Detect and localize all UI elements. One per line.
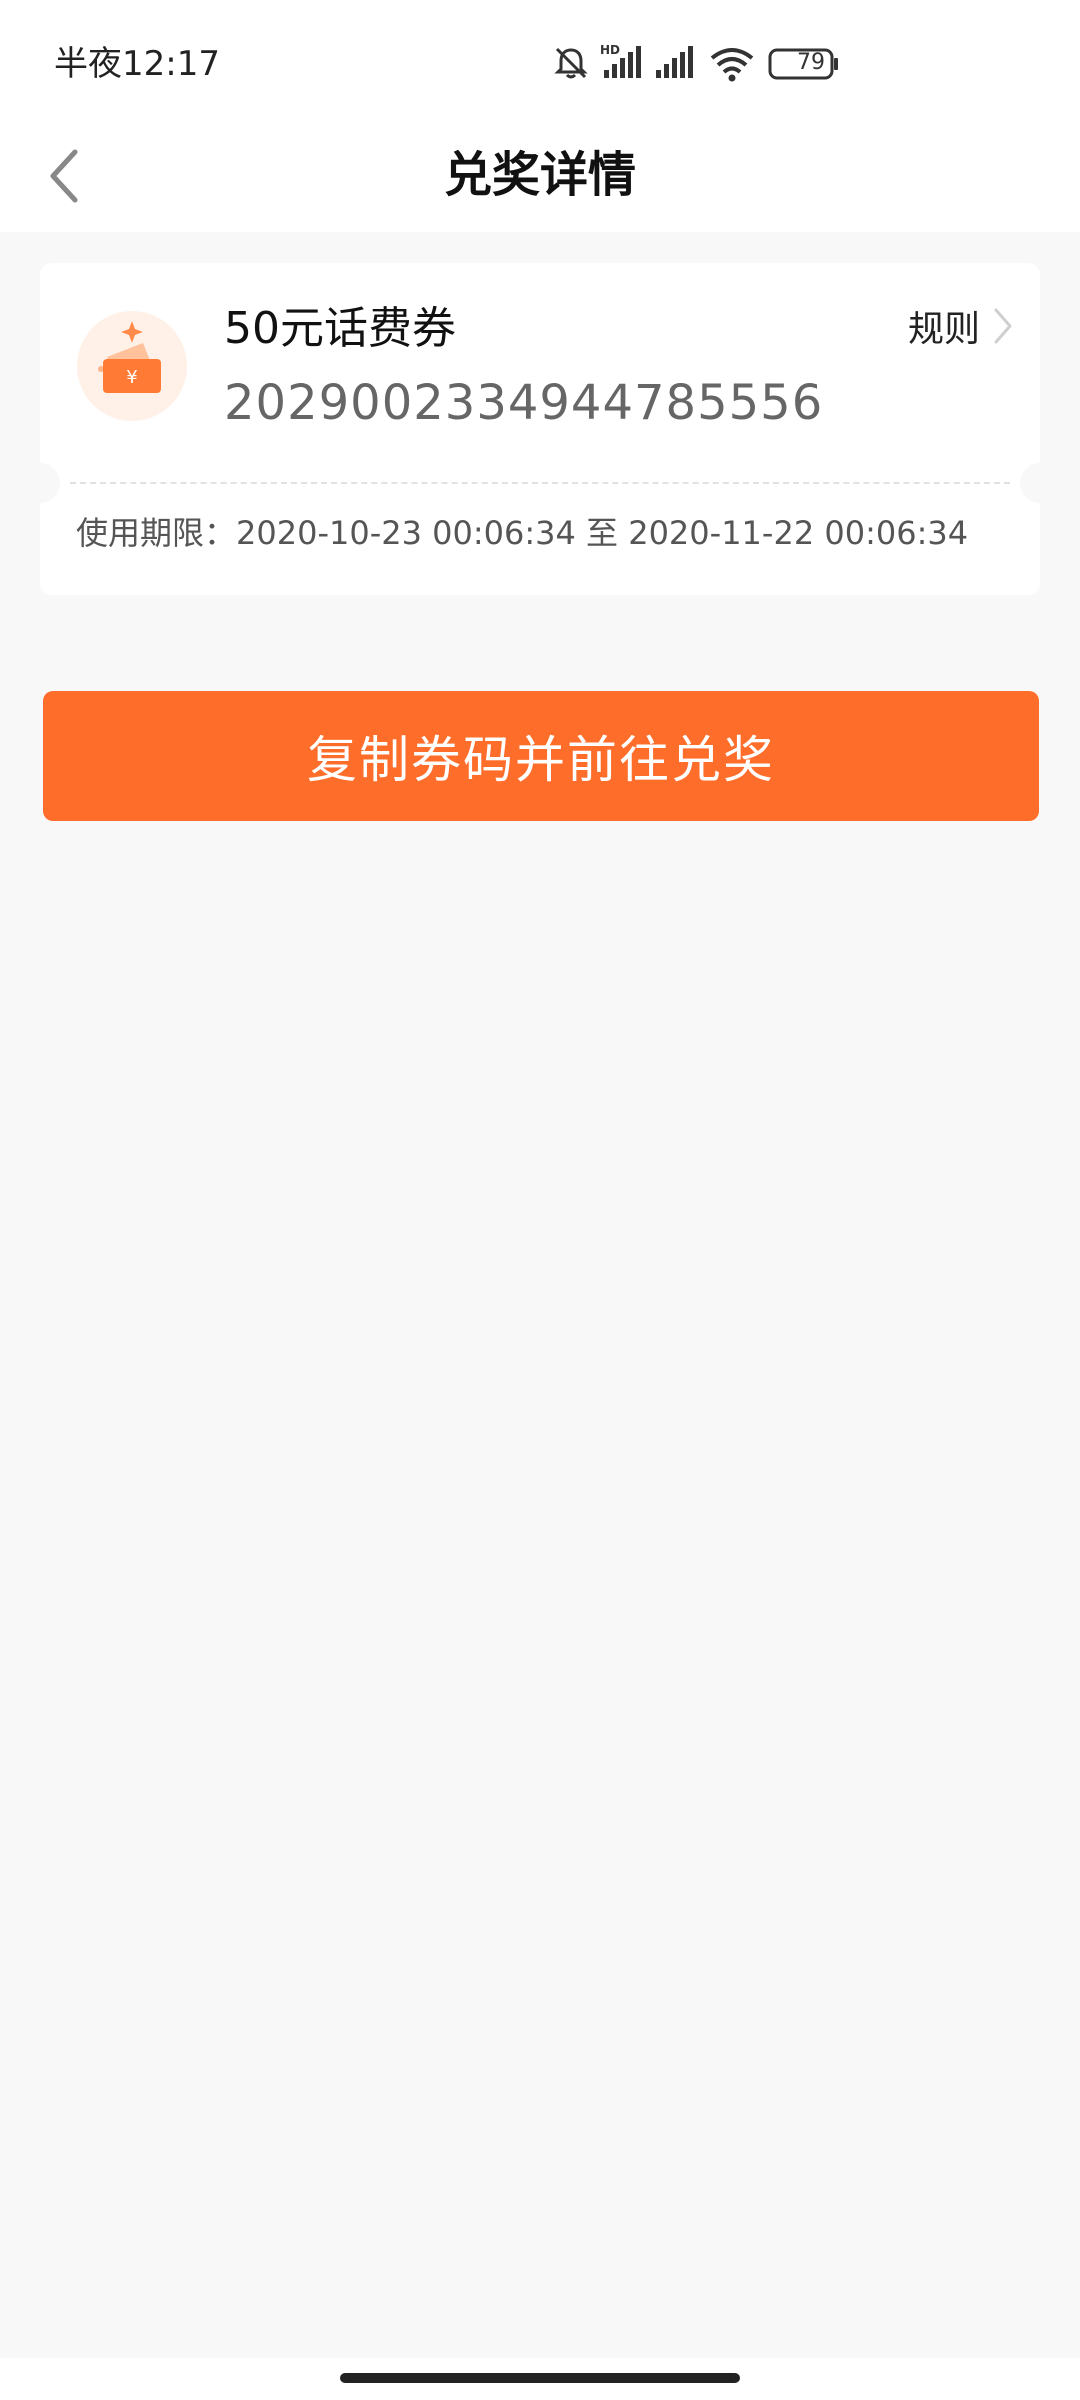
- chevron-right-icon: [994, 308, 1012, 344]
- status-bar: 半夜12:17 HD 79: [0, 0, 1080, 120]
- coupon-code: 2029002334944785556: [224, 375, 824, 431]
- card-notch-left: [20, 463, 60, 503]
- card-notch-right: [1020, 463, 1060, 503]
- hd-signal-icon: HD: [600, 43, 641, 78]
- ticket-yuan-icon: ¥: [98, 321, 161, 393]
- copy-code-redeem-button[interactable]: 复制券码并前往兑奖: [43, 691, 1039, 821]
- redeem-button-label: 复制券码并前往兑奖: [307, 732, 775, 788]
- header: 兑奖详情: [0, 120, 1080, 232]
- bell-muted-icon: [554, 47, 588, 79]
- wifi-icon: [710, 48, 754, 82]
- status-time: 半夜12:17: [54, 44, 220, 84]
- coupon-card: ¥ 50元话费券 2029002334944785556 规则 使用期限：202…: [20, 263, 1060, 595]
- signal-icon: [656, 46, 693, 78]
- page-title: 兑奖详情: [443, 147, 636, 203]
- rules-link[interactable]: 规则: [908, 301, 1014, 351]
- battery-level: 79: [797, 50, 825, 75]
- coupon-name: 50元话费券: [224, 303, 456, 354]
- home-indicator[interactable]: [340, 2373, 740, 2383]
- svg-text:HD: HD: [600, 43, 620, 57]
- divider: [70, 482, 1010, 484]
- rules-label: 规则: [907, 309, 980, 350]
- svg-text:¥: ¥: [126, 367, 137, 388]
- coupon-icon-badge: ¥: [77, 311, 187, 421]
- validity-period: 使用期限：2020-10-23 00:06:34 至 2020-11-22 00…: [76, 514, 969, 552]
